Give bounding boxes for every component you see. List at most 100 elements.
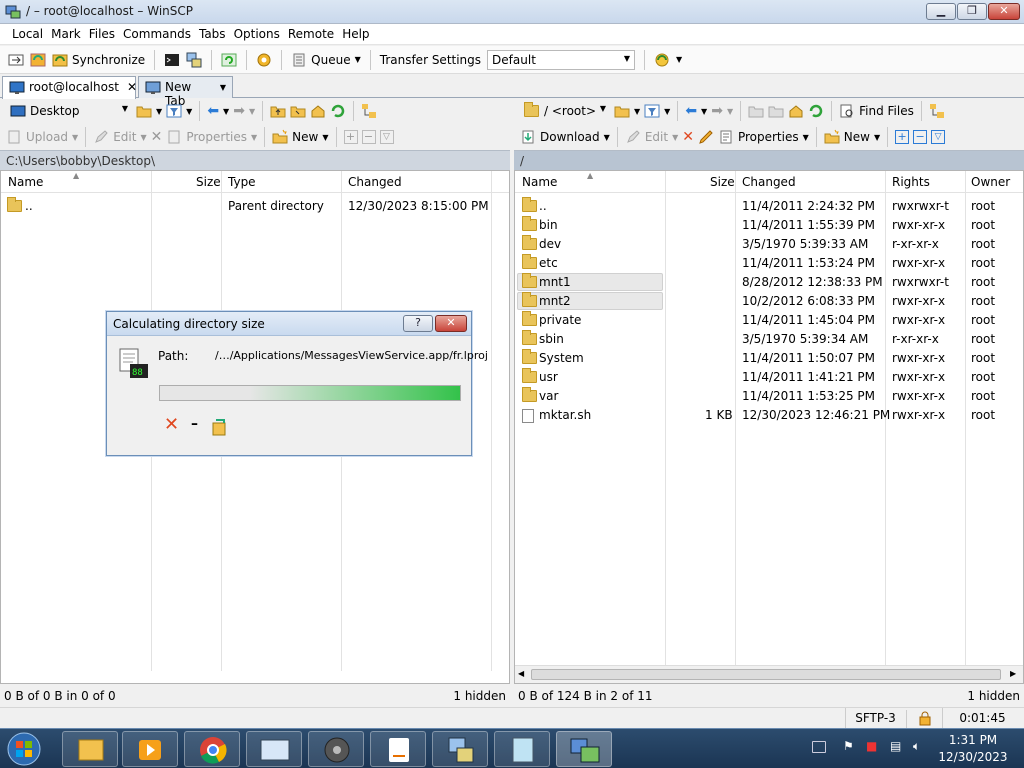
putty-icon[interactable] <box>186 52 202 68</box>
find-files-button[interactable]: Find Files <box>859 104 914 118</box>
table-row[interactable]: mnt2 10/2/2012 6:08:33 PM rwxr-xr-x root <box>515 292 1023 311</box>
taskbar-chrome[interactable] <box>184 731 240 767</box>
chevron-down-icon[interactable]: ▼ <box>634 107 640 116</box>
chevron-down-icon[interactable]: ▼ <box>72 133 78 142</box>
scrollbar-thumb[interactable] <box>531 669 1001 680</box>
chevron-down-icon[interactable]: ▼ <box>251 133 257 142</box>
parent-directory-icon[interactable] <box>748 103 764 119</box>
home-icon[interactable] <box>310 103 326 119</box>
table-row[interactable]: mnt1 8/28/2012 12:38:33 PM rwxrwxr-t root <box>515 273 1023 292</box>
refresh-icon[interactable] <box>330 103 346 119</box>
menu-local[interactable]: Local <box>8 24 47 41</box>
menu-commands[interactable]: Commands <box>119 24 195 41</box>
select-filter-icon[interactable]: ▽ <box>931 130 946 144</box>
cancel-button[interactable]: ✕ <box>164 416 179 434</box>
parent-directory-icon[interactable] <box>270 103 286 119</box>
col-owner[interactable]: Owner <box>971 175 1010 189</box>
upload-icon[interactable] <box>6 129 22 145</box>
col-name[interactable]: Name <box>522 175 557 189</box>
volume-icon[interactable]: 🔈︎ <box>913 739 920 754</box>
download-icon[interactable] <box>520 129 536 145</box>
chevron-down-icon[interactable]: ▼ <box>874 133 880 142</box>
table-row[interactable]: sbin 3/5/1970 5:39:34 AM r-xr-xr-x root <box>515 330 1023 349</box>
chevron-down-icon[interactable]: ▼ <box>223 107 229 116</box>
compare-directories-icon[interactable] <box>8 52 24 68</box>
tree-view-icon[interactable] <box>929 103 945 119</box>
properties-button[interactable]: Properties <box>186 130 247 144</box>
local-drive-select[interactable]: Desktop ▼ <box>6 101 132 121</box>
download-button[interactable]: Download <box>540 130 600 144</box>
table-row[interactable]: dev 3/5/1970 5:39:33 AM r-xr-xr-x root <box>515 235 1023 254</box>
minimize-button[interactable]: ▁ <box>926 3 956 20</box>
network-icon[interactable]: ▤ <box>890 739 901 753</box>
properties-icon[interactable] <box>166 129 182 145</box>
security-icon[interactable]: ■ <box>866 739 877 753</box>
maximize-button[interactable]: ❐ <box>957 3 987 20</box>
dialog-close-button[interactable]: ✕ <box>435 315 467 332</box>
menu-tabs[interactable]: Tabs <box>195 24 230 41</box>
table-row[interactable]: etc 11/4/2011 1:53:24 PM rwxr-xr-x root <box>515 254 1023 273</box>
action-center-flag-icon[interactable]: ⚑ <box>843 739 854 753</box>
queue-button[interactable]: Queue ▼ <box>291 52 361 68</box>
col-type[interactable]: Type <box>228 175 256 189</box>
table-row[interactable]: .. 11/4/2011 2:24:32 PM rwxrwxr-t root <box>515 197 1023 216</box>
chevron-down-icon[interactable]: ▼ <box>701 107 707 116</box>
select-plus-icon[interactable]: + <box>895 130 910 144</box>
root-directory-icon[interactable] <box>290 103 306 119</box>
table-row[interactable]: var 11/4/2011 1:53:25 PM rwxr-xr-x root <box>515 387 1023 406</box>
root-directory-icon[interactable] <box>768 103 784 119</box>
delete-icon[interactable]: ✕ <box>151 129 163 145</box>
chevron-down-icon[interactable]: ▼ <box>186 107 192 116</box>
edit-button[interactable]: Edit <box>645 130 668 144</box>
tab-close-icon[interactable]: ✕ <box>127 80 137 94</box>
taskbar-java[interactable] <box>370 731 426 767</box>
taskbar-control-panel[interactable] <box>246 731 302 767</box>
keep-up-to-date-icon[interactable] <box>30 52 46 68</box>
tab-root-localhost[interactable]: root@localhost ✕ <box>2 76 137 99</box>
col-size[interactable]: Size <box>196 175 221 189</box>
edit-icon[interactable] <box>93 129 109 145</box>
menu-options[interactable]: Options <box>230 24 284 41</box>
chevron-down-icon[interactable]: ▼ <box>672 133 678 142</box>
sync-browsing-icon[interactable] <box>654 52 670 68</box>
new-icon[interactable] <box>824 129 840 145</box>
col-name[interactable]: Name <box>8 175 43 189</box>
back-arrow-icon[interactable]: ⬅ <box>207 103 219 119</box>
clock-date[interactable]: 12/30/2023 <box>938 750 1008 764</box>
tree-view-icon[interactable] <box>361 103 377 119</box>
scroll-right-icon[interactable]: ▶ <box>1010 669 1016 678</box>
preferences-gear-icon[interactable] <box>256 52 272 68</box>
chevron-down-icon[interactable]: ▼ <box>676 55 682 64</box>
edit-button[interactable]: Edit <box>113 130 136 144</box>
filter-icon[interactable] <box>644 103 660 119</box>
upload-button[interactable]: Upload <box>26 130 68 144</box>
taskbar-settings-gear[interactable] <box>308 731 364 767</box>
home-icon[interactable] <box>788 103 804 119</box>
clock-time[interactable]: 1:31 PM <box>938 733 1008 747</box>
forward-arrow-icon[interactable]: ➡ <box>711 103 723 119</box>
keyboard-icon[interactable] <box>812 741 826 753</box>
delete-icon[interactable]: ✕ <box>682 129 694 145</box>
refresh-icon[interactable] <box>221 52 237 68</box>
close-button[interactable]: ✕ <box>988 3 1020 20</box>
menu-files[interactable]: Files <box>85 24 119 41</box>
chevron-down-icon[interactable]: ▼ <box>156 107 162 116</box>
remote-drive-select[interactable]: / <root> ▼ <box>520 101 610 121</box>
tab-new-tab[interactable]: New Tab ▼ <box>138 76 233 108</box>
menu-remote[interactable]: Remote <box>284 24 338 41</box>
new-button[interactable]: New <box>292 130 318 144</box>
filter-icon[interactable] <box>166 103 182 119</box>
dialog-help-button[interactable]: ? <box>403 315 433 332</box>
remote-file-list[interactable]: Name ▲ Size Changed Rights Owner .. 11/4/… <box>514 170 1024 684</box>
minimize-dialog-button[interactable]: – <box>191 416 198 432</box>
table-row[interactable]: mktar.sh 1 KB 12/30/2023 12:46:21 PM rwxr-x… <box>515 406 1023 425</box>
chevron-down-icon[interactable]: ▼ <box>604 133 610 142</box>
move-to-background-icon[interactable] <box>210 418 228 439</box>
scroll-left-icon[interactable]: ◀ <box>518 669 524 678</box>
taskbar-putty[interactable] <box>432 731 488 767</box>
select-minus-icon[interactable]: − <box>361 130 376 144</box>
open-folder-icon[interactable] <box>614 103 630 119</box>
find-files-icon[interactable] <box>839 103 855 119</box>
properties-icon[interactable] <box>718 129 734 145</box>
menu-mark[interactable]: Mark <box>47 24 85 41</box>
